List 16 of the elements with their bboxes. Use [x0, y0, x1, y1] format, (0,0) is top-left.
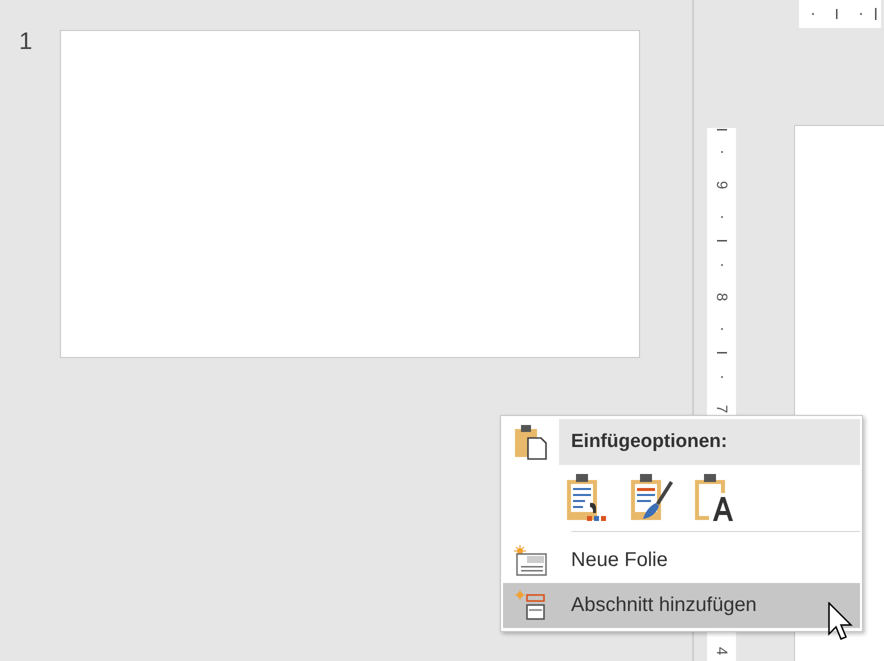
add-section-icon: [514, 590, 548, 622]
ruler-ticks-icon: [716, 327, 728, 379]
ruler-ticks-icon: [716, 128, 728, 154]
slide-number: 1: [18, 28, 32, 56]
ruler-number: 4: [714, 646, 730, 656]
menu-section-header: Einfügeoptionen:: [559, 419, 860, 465]
ruler-number: 7: [714, 404, 730, 414]
ruler-number: 9: [714, 180, 730, 190]
slide-thumbnail[interactable]: [60, 30, 640, 358]
clipboard-paste-icon: [514, 424, 548, 460]
ruler-number: 8: [714, 292, 730, 302]
menu-item[interactable]: Neue Folie: [503, 538, 860, 583]
paste-destination-theme-icon[interactable]: [629, 473, 675, 523]
new-slide-icon: [514, 544, 548, 576]
menu-item[interactable]: Abschnitt hinzufügen: [503, 583, 860, 628]
ruler-ticks-icon: [716, 215, 728, 267]
